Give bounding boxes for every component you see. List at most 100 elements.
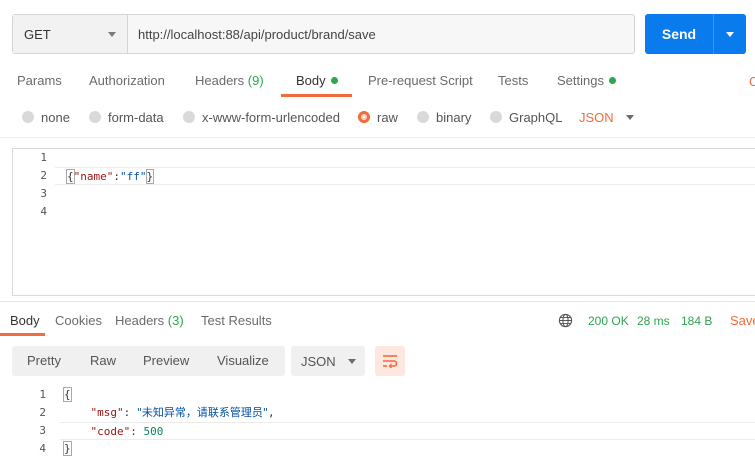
caret-down-icon: [108, 32, 116, 37]
radio-none-label: none: [41, 109, 70, 125]
response-tab-test-results-label: Test Results: [201, 313, 272, 328]
line-number: 4: [40, 205, 47, 218]
radio-icon: [417, 111, 429, 123]
response-line-highlighted: "code": 500: [60, 422, 755, 440]
line-number: 3: [40, 187, 47, 200]
url-input[interactable]: http://localhost:88/api/product/brand/sa…: [128, 15, 634, 53]
send-button[interactable]: Send: [645, 14, 713, 54]
globe-icon[interactable]: [558, 313, 573, 328]
response-line: {: [63, 386, 755, 404]
radio-form-data[interactable]: form-data: [89, 106, 164, 128]
json-value: "ff": [120, 170, 147, 183]
response-tab-headers-label: Headers: [115, 313, 165, 328]
json-value-code: 500: [143, 425, 164, 438]
radio-binary[interactable]: binary: [417, 106, 471, 128]
radio-graphql[interactable]: GraphQL: [490, 106, 562, 128]
caret-down-icon: [625, 114, 634, 120]
tab-params-label: Params: [17, 73, 62, 88]
response-line: "msg": "未知异常，请联系管理员",: [90, 406, 275, 419]
wrap-lines-button[interactable]: [375, 346, 405, 376]
tab-authorization-label: Authorization: [89, 73, 165, 88]
radio-none[interactable]: none: [22, 106, 70, 128]
response-code: { "msg": "未知异常，请联系管理员", "code": 500 }: [60, 386, 755, 458]
line-number: 4: [39, 442, 46, 455]
method-label: GET: [24, 26, 51, 42]
send-button-group: Send: [645, 14, 746, 54]
line-number: 1: [39, 388, 46, 401]
radio-icon: [22, 111, 34, 123]
radio-icon: [89, 111, 101, 123]
radio-icon: [183, 111, 195, 123]
radio-binary-label: binary: [436, 109, 472, 125]
active-response-tab-indicator: [0, 333, 45, 336]
response-line-gutter: 1 2 3 4: [0, 386, 46, 458]
json-brace: }: [63, 441, 72, 456]
radio-icon: [490, 111, 502, 123]
line-number: 1: [40, 151, 47, 164]
json-brace: {: [66, 169, 75, 184]
json-value-msg: "未知异常，请联系管理员": [136, 406, 268, 419]
line-number-gutter: 1 2 3 4: [13, 149, 53, 221]
active-tab-indicator: [281, 94, 352, 97]
radio-graphql-label: GraphQL: [509, 109, 563, 125]
request-tabs: Params Authorization Headers (9) Body Pr…: [0, 66, 755, 98]
tab-body[interactable]: Body: [296, 66, 338, 96]
line-number: 2: [40, 169, 47, 182]
response-headers-count: (3): [167, 313, 184, 328]
request-url-bar: GET http://localhost:88/api/product/bran…: [12, 14, 635, 54]
tab-tests-label: Tests: [498, 73, 529, 88]
tab-authorization[interactable]: Authorization: [89, 66, 165, 96]
body-type-selector: none form-data x-www-form-urlencoded raw…: [0, 106, 755, 128]
raw-format-select[interactable]: JSON: [579, 106, 634, 128]
response-tab-body[interactable]: Body: [10, 310, 40, 332]
pane-resizer[interactable]: [0, 301, 755, 302]
response-tab-headers[interactable]: Headers (3): [115, 310, 184, 332]
radio-form-data-label: form-data: [108, 109, 164, 125]
request-body-editor[interactable]: 1 2 3 4 {"name":"ff"}: [12, 148, 755, 296]
response-format-select[interactable]: JSON: [291, 346, 365, 376]
response-format-label: JSON: [301, 353, 336, 369]
tab-tests[interactable]: Tests: [498, 66, 528, 96]
radio-x-www-form-urlencoded[interactable]: x-www-form-urlencoded: [183, 106, 340, 128]
send-options-dropdown[interactable]: [713, 14, 746, 54]
radio-raw[interactable]: raw: [358, 106, 398, 128]
json-key-code: "code": [90, 425, 131, 438]
view-visualize-button[interactable]: Visualize: [217, 346, 269, 376]
json-brace: }: [145, 169, 155, 184]
tab-settings-label: Settings: [557, 73, 604, 88]
radio-selected-icon: [358, 111, 370, 123]
tab-body-label: Body: [296, 73, 326, 88]
response-tab-cookies[interactable]: Cookies: [55, 310, 102, 332]
line-number: 2: [39, 406, 46, 419]
json-key-msg: "msg": [90, 406, 124, 419]
radio-urlencoded-label: x-www-form-urlencoded: [202, 109, 340, 125]
response-line: }: [63, 440, 755, 458]
tab-pre-request-script[interactable]: Pre-request Script: [368, 66, 473, 96]
save-response-button[interactable]: Save: [730, 310, 755, 332]
code-area[interactable]: {"name":"ff"}: [55, 149, 755, 221]
method-select[interactable]: GET: [13, 15, 128, 53]
url-text: http://localhost:88/api/product/brand/sa…: [138, 26, 376, 42]
response-tab-cookies-label: Cookies: [55, 313, 102, 328]
code-line-active: {"name":"ff"}: [55, 167, 755, 185]
headers-count: (9): [247, 73, 264, 88]
tab-settings[interactable]: Settings: [557, 66, 616, 96]
view-raw-button[interactable]: Raw: [90, 346, 116, 376]
response-time[interactable]: 28 ms: [637, 310, 670, 332]
tab-headers-label: Headers: [195, 73, 245, 88]
response-size[interactable]: 184 B: [681, 310, 712, 332]
response-status[interactable]: 200 OK: [588, 310, 629, 332]
view-pretty-button[interactable]: Pretty: [27, 346, 61, 376]
caret-down-icon: [347, 358, 356, 364]
line-number: 3: [39, 424, 46, 437]
raw-format-label: JSON: [579, 109, 614, 125]
view-preview-button[interactable]: Preview: [143, 346, 189, 376]
tab-params[interactable]: Params: [17, 66, 62, 96]
response-tab-test-results[interactable]: Test Results: [201, 310, 272, 332]
overflow-tab-fragment[interactable]: C: [749, 74, 755, 89]
tab-headers[interactable]: Headers (9): [195, 66, 264, 96]
response-body-viewer[interactable]: 1 2 3 4 { "msg": "未知异常，请联系管理员", "code": …: [0, 386, 755, 459]
